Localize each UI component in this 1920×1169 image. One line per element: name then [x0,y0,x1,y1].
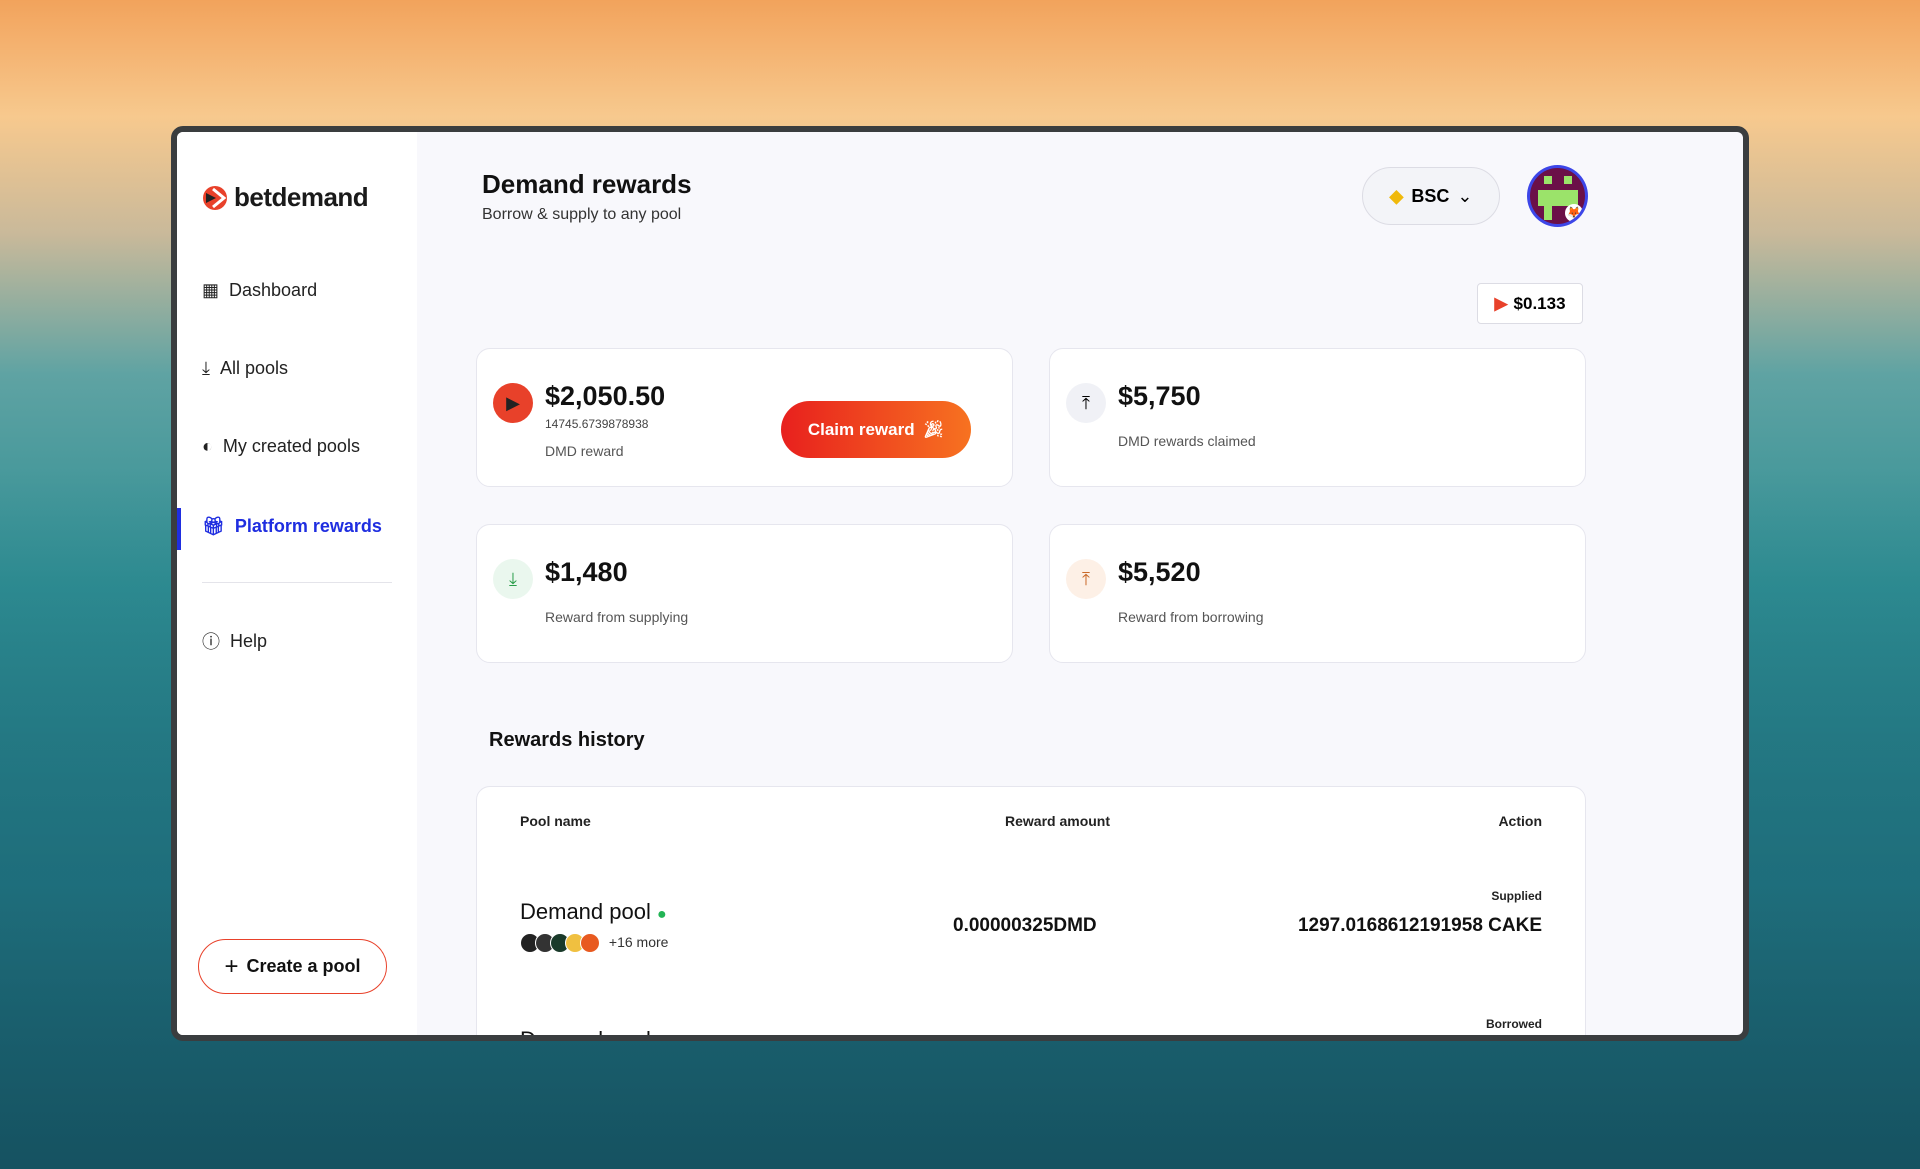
sidebar-item-all-pools[interactable]: ⤓ All pools [202,358,288,379]
nav-label: Help [230,630,268,651]
action-value: 1297.0168612191958 CAKE [1297,915,1542,936]
upload-tray-icon: ⤒ [1066,559,1106,599]
party-icon: 🎉︎ [922,419,945,439]
supplying-label: Reward from supplying [545,609,689,625]
avatar[interactable]: 🦊 [1527,165,1588,227]
pool-name: Demand pool [520,1027,651,1035]
column-header: Reward amount [1005,813,1111,829]
claim-reward-button[interactable]: Claim reward 🎉︎ [781,401,971,458]
create-pool-label: Create a pool [246,956,361,976]
rewards-claimed-card: ⤒ $5,750 DMD rewards claimed [1049,348,1586,487]
help-circle-icon: ⓘ [202,632,220,652]
grid-icon: ▦ [202,280,220,300]
page-title: Demand rewards [482,169,692,199]
download-tray-icon: ⤓ [493,559,533,599]
sidebar-item-my-created-pools[interactable]: ◐ My created pools [202,436,360,457]
divider [202,582,392,583]
brand-name: betdemand [234,182,369,212]
column-header: Action [1498,813,1542,829]
supplying-reward-card: ⤓ $1,480 Reward from supplying [476,524,1013,663]
sidebar-item-help[interactable]: ⓘ Help [202,628,267,654]
app-window: betdemand ▦ Dashboard ⤓ All pools ◐ My crea… [171,126,1749,1041]
page-subtitle: Borrow & supply to any pool [482,206,682,223]
more-tokens: +16 more [608,933,669,950]
active-indicator [177,508,181,550]
token-icon [580,933,600,953]
action-type: Supplied [1491,889,1542,903]
rewards-history-table: Pool name Reward amount Action Demand po… [476,786,1586,1035]
logo[interactable]: betdemand [202,182,369,213]
column-header: Pool name [520,813,591,829]
plus-icon: + [224,952,239,980]
borrowing-label: Reward from borrowing [1118,609,1264,625]
rewards-history-title: Rewards history [489,729,645,751]
bnb-icon: ◆ [1389,185,1404,206]
metamask-icon: 🦊 [1565,204,1583,222]
reward-amount: 0.00000325DMD [953,915,1097,936]
download-tray-icon: ⤓ [202,358,210,378]
nav-label: All pools [219,358,289,378]
claimed-value: $5,750 [1118,381,1201,411]
supplying-value: $1,480 [545,557,628,587]
token-price: $0.133 [1513,293,1566,313]
verified-icon: ● [657,906,667,923]
nav-label: Dashboard [229,280,318,300]
half-circle-icon: ◐ [202,436,213,456]
action-type: Borrowed [1485,1017,1542,1031]
nav-label: Platform rewards [234,516,382,536]
gift-icon: 🎁︎ [202,516,225,536]
dmd-reward-label: DMD reward [545,443,624,459]
dmd-reward-card: ▶ $2,050.50 14745.6739878938 DMD reward … [476,348,1013,487]
dmd-reward-amount: 14745.6739878938 [545,417,649,431]
claim-label: Claim reward [807,419,915,439]
sidebar: betdemand ▦ Dashboard ⤓ All pools ◐ My crea… [177,132,417,1035]
create-pool-button[interactable]: + Create a pool [198,939,387,994]
token-list: +16 more [520,933,668,953]
dmd-token-icon: ▶ [493,383,533,423]
token-price-badge: ▶ $0.133 [1477,283,1583,324]
tray-icon: ⤒ [1066,383,1106,423]
claimed-label: DMD rewards claimed [1118,433,1256,449]
dmd-reward-value: $2,050.50 [545,381,666,411]
sidebar-item-dashboard[interactable]: ▦ Dashboard [202,280,317,301]
dmd-token-icon: ▶ [1494,293,1508,313]
chain-label: BSC [1411,185,1450,206]
nav-label: My created pools [222,436,360,456]
borrowing-reward-card: ⤒ $5,520 Reward from borrowing [1049,524,1586,663]
sidebar-item-platform-rewards[interactable]: 🎁︎ Platform rewards [202,516,382,537]
chain-selector[interactable]: ◆ BSC ⌄ [1362,167,1500,225]
borrowing-value: $5,520 [1118,557,1201,587]
chevron-down-icon: ⌄ [1457,185,1473,206]
logo-icon [203,185,227,210]
pool-name: Demand pool [520,899,651,924]
